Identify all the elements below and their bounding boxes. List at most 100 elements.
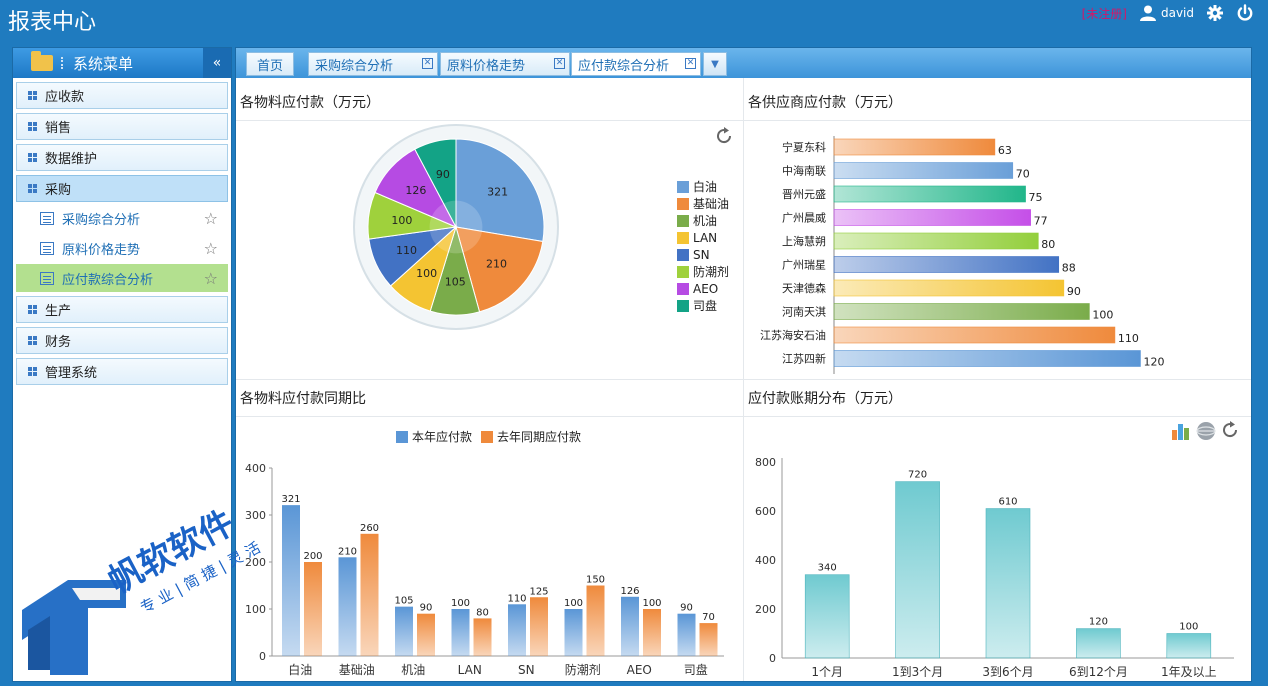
sidebar-item-receivables[interactable]: 应收款 (16, 82, 228, 109)
sidebar-subitem-price-trend[interactable]: 原料价格走势 ☆ (16, 234, 228, 262)
y-tick-label: 100 (245, 603, 266, 616)
y-tick-label: 0 (769, 652, 776, 665)
series-bar (395, 606, 413, 656)
grid-icon (28, 91, 37, 100)
pie-slice-label: 105 (445, 276, 466, 289)
sidebar-item-label: 采购 (45, 183, 72, 198)
supplier-value: 88 (1062, 262, 1076, 275)
aging-bar (804, 574, 850, 659)
x-tick-label: 防潮剂 (565, 662, 601, 677)
supplier-label: 中海南联 (782, 164, 826, 178)
legend-swatch (677, 300, 689, 312)
sidebar: 系统菜单 « 应收款 销售 数据维护 采购 采购综合分析 ☆ 原料价格走势 ☆ … (12, 47, 232, 682)
power-icon[interactable] (1236, 4, 1254, 22)
tab-purchase-analysis[interactable]: 采购综合分析 ✕ (308, 52, 438, 76)
series-bar (282, 505, 300, 656)
comparison-bar-chart: 0 100 200 300 400 321 200 白油 210 260 基础油 105 90 机油 100… (245, 429, 724, 677)
y-tick-label: 200 (245, 556, 266, 569)
panel-material-payables: 各物料应付款（万元） 321 210 105 100 110 100 126 90 白油 基础油机… (236, 86, 743, 378)
report-icon (40, 271, 54, 285)
pie-slice-label: 110 (396, 244, 417, 257)
bar-value-label: 100 (564, 598, 583, 609)
sidebar-item-purchasing[interactable]: 采购 (16, 175, 228, 202)
star-icon[interactable]: ☆ (204, 209, 218, 228)
bar-value-label: 100 (1179, 622, 1198, 633)
legend-swatch (677, 283, 689, 295)
star-icon[interactable]: ☆ (204, 269, 218, 288)
series-bar (530, 597, 548, 656)
main-content: 首页 采购综合分析 ✕ 原料价格走势 ✕ 应付款综合分析 ✕ ▼ 各物料应付款（… (235, 47, 1252, 682)
series-bar (643, 609, 661, 656)
series-bar (304, 562, 322, 656)
sidebar-subitem-payables-analysis[interactable]: 应付款综合分析 ☆ (16, 264, 228, 292)
tab-home[interactable]: 首页 (246, 52, 294, 76)
supplier-label: 天津德森 (782, 281, 826, 295)
bar-value-label: 200 (303, 551, 322, 562)
sidebar-item-data-maintenance[interactable]: 数据维护 (16, 144, 228, 171)
grid-icon (28, 336, 37, 345)
register-link[interactable]: [未注册] (1082, 5, 1127, 22)
pie-slice-label: 321 (487, 186, 508, 199)
sidebar-item-admin[interactable]: 管理系统 (16, 358, 228, 385)
supplier-value: 63 (998, 144, 1012, 157)
sidebar-item-production[interactable]: 生产 (16, 296, 228, 323)
sidebar-item-label: 销售 (45, 121, 72, 136)
panel-title: 应付款账期分布（万元） (748, 391, 902, 407)
grid-icon (28, 184, 37, 193)
x-tick-label: 3到6个月 (982, 665, 1033, 679)
sidebar-item-sales[interactable]: 销售 (16, 113, 228, 140)
x-tick-label: SN (518, 663, 535, 677)
sidebar-item-label: 财务 (45, 335, 72, 350)
y-tick-label: 300 (245, 509, 266, 522)
x-tick-label: 1到3个月 (892, 665, 943, 679)
legend-label: 防潮剂 (693, 264, 729, 279)
supplier-bar (833, 162, 1014, 179)
supplier-value: 70 (1016, 168, 1030, 181)
close-icon[interactable]: ✕ (554, 58, 565, 69)
sidebar-item-finance[interactable]: 财务 (16, 327, 228, 354)
collapse-sidebar-button[interactable]: « (203, 48, 231, 78)
sidebar-item-label: 管理系统 (45, 366, 98, 381)
supplier-value: 110 (1118, 332, 1139, 345)
panel-title-divider (744, 120, 1251, 121)
legend-label: SN (693, 248, 710, 262)
close-icon[interactable]: ✕ (685, 58, 696, 69)
sidebar-subitem-label: 采购综合分析 (62, 212, 141, 228)
bar-value-label: 100 (451, 598, 470, 609)
star-icon[interactable]: ☆ (204, 239, 218, 258)
supplier-label: 上海慧朔 (782, 234, 826, 248)
sidebar-subitem-purchase-analysis[interactable]: 采购综合分析 ☆ (16, 204, 228, 232)
supplier-label: 宁夏东科 (782, 140, 826, 154)
supplier-bar (833, 185, 1026, 203)
aging-bar (985, 508, 1031, 659)
supplier-value: 75 (1029, 191, 1043, 204)
tab-price-trend[interactable]: 原料价格走势 ✕ (440, 52, 570, 76)
user-menu[interactable]: david (1139, 4, 1194, 22)
grid-icon (28, 122, 37, 131)
bar-value-label: 120 (1089, 617, 1108, 628)
series-bar (564, 609, 583, 656)
bar-value-label: 150 (586, 575, 605, 586)
supplier-bar (833, 350, 1141, 367)
bar-value-label: 610 (998, 497, 1017, 508)
series-bar (417, 613, 435, 656)
supplier-label: 江苏海安石油 (760, 328, 826, 342)
sidebar-item-label: 生产 (45, 304, 72, 319)
supplier-label: 河南天淇 (782, 306, 826, 319)
user-icon (1139, 5, 1156, 21)
series-bar (338, 557, 357, 656)
legend-label: 司盘 (693, 298, 717, 313)
y-tick-label: 600 (755, 505, 776, 518)
tab-payables-analysis[interactable]: 应付款综合分析 ✕ (571, 52, 701, 76)
tab-label: 应付款综合分析 (578, 58, 670, 74)
close-icon[interactable]: ✕ (422, 58, 433, 69)
panel-divider (236, 379, 1251, 380)
sidebar-item-label: 应收款 (45, 90, 85, 105)
tab-list-dropdown-button[interactable]: ▼ (703, 52, 727, 76)
panel-title: 各供应商应付款（万元） (748, 95, 902, 111)
gear-icon[interactable] (1206, 4, 1224, 22)
supplier-value: 77 (1034, 215, 1048, 228)
panel-title: 各物料应付款（万元） (240, 95, 380, 111)
app-header: 报表中心 [未注册] david (0, 0, 1268, 44)
panel-supplier-payables: 各供应商应付款（万元） 宁夏东科 63 中海南联 70 晋州元盛 75 广州晨威 77 上海慧朔… (744, 86, 1251, 378)
